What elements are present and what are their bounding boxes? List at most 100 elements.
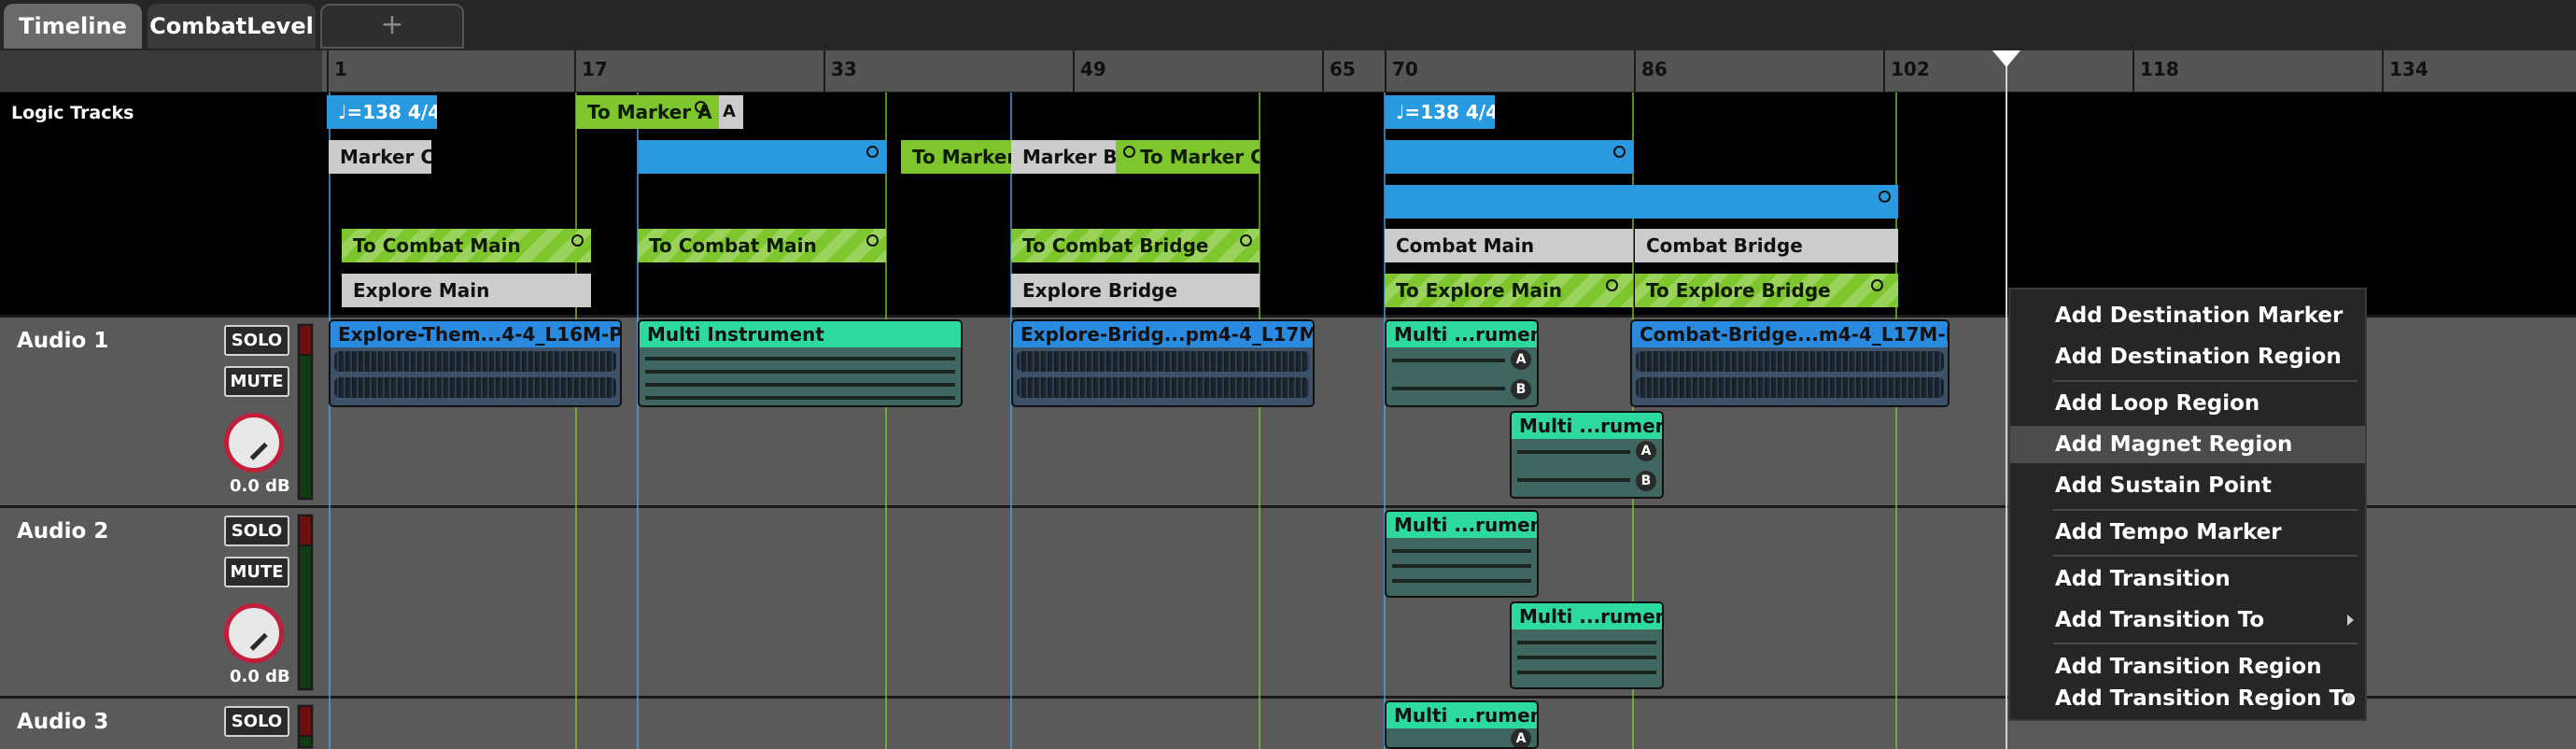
submenu-arrow-icon [2347, 693, 2354, 704]
destination-region-explore-main[interactable]: Explore Main [342, 274, 591, 307]
badge-a: A [1636, 441, 1656, 461]
mute-button[interactable]: MUTE [224, 366, 289, 397]
multi-instrument-region[interactable]: Multi ...rument [1385, 510, 1539, 598]
volume-knob[interactable] [224, 413, 284, 473]
badge-a: A [1511, 349, 1531, 370]
ruler-tick-label: 33 [831, 58, 857, 80]
tab-combatlevel[interactable]: CombatLevel [148, 4, 316, 49]
tempo-marker[interactable]: ♩=138 4/4 [327, 95, 437, 129]
playhead-handle[interactable] [1992, 50, 2020, 67]
region-title: Multi ...rument [1512, 413, 1662, 439]
guide-line [885, 92, 887, 749]
volume-knob[interactable] [224, 603, 284, 663]
destination-marker-b[interactable]: Marker B [1011, 140, 1116, 174]
transition-region-to-combat-main[interactable]: To Combat Main [342, 229, 591, 262]
menu-item-add-transition[interactable]: Add Transition [2010, 560, 2365, 598]
region-title: Explore-Bridg...pm4-4_L17M-P0 [1013, 321, 1313, 347]
loop-region[interactable] [1385, 140, 1633, 174]
solo-button[interactable]: SOLO [224, 516, 289, 546]
menu-item-add-destination-region[interactable]: Add Destination Region [2010, 338, 2365, 375]
ruler-tick-label: 102 [1891, 58, 1930, 80]
audio-region-explore-bridge[interactable]: Explore-Bridg...pm4-4_L17M-P0 [1011, 319, 1315, 407]
waveform [645, 357, 955, 360]
destination-region-explore-bridge[interactable]: Explore Bridge [1011, 274, 1260, 307]
menu-item-add-sustain-point[interactable]: Add Sustain Point [2010, 467, 2365, 504]
ruler-tick: 70 [1385, 50, 1418, 92]
ruler-tick: 65 [1322, 50, 1356, 92]
ruler-tick-label: 118 [2140, 58, 2179, 80]
mute-button[interactable]: MUTE [224, 557, 289, 587]
level-meter [297, 704, 314, 749]
loop-region[interactable] [1385, 185, 1898, 219]
menu-item-add-destination-marker[interactable]: Add Destination Marker [2010, 297, 2365, 334]
solo-button[interactable]: SOLO [224, 325, 289, 356]
ruler-tick-label: 65 [1330, 58, 1356, 80]
transition-region-to-combat-main[interactable]: To Combat Main [638, 229, 886, 262]
tempo-marker[interactable]: ♩=138 4/4 [1385, 95, 1495, 129]
track-name: Audio 1 [17, 329, 109, 353]
menu-item-add-transition-to[interactable]: Add Transition To [2010, 601, 2365, 639]
destination-region-combat-bridge[interactable]: Combat Bridge [1635, 229, 1898, 262]
waveform [645, 383, 955, 387]
menu-item-label: Add Transition Region To [2055, 686, 2357, 711]
multi-instrument-region[interactable]: Multi ...rument A B [1510, 411, 1664, 499]
audio-region-explore-theme[interactable]: Explore-Them...4-4_L16M-P1M [329, 319, 622, 407]
guide-line [329, 92, 331, 749]
multi-instrument-region[interactable]: Multi ...rument A [1385, 700, 1539, 749]
ruler-tick: 102 [1883, 50, 1930, 92]
ruler-tick: 86 [1634, 50, 1668, 92]
region-title: Combat-Bridge...m4-4_L17M-P1B [1632, 321, 1948, 347]
menu-item-add-magnet-region[interactable]: Add Magnet Region [2010, 426, 2365, 463]
guide-line [575, 92, 577, 749]
loop-region[interactable] [638, 140, 886, 174]
transition-marker-to-marker-a[interactable]: To Marker A [576, 95, 725, 129]
waveform [1636, 351, 1944, 372]
waveform [1517, 671, 1656, 674]
region-title: Multi ...rument [1387, 702, 1537, 728]
menu-item-add-tempo-marker[interactable]: Add Tempo Marker [2010, 514, 2365, 551]
destination-region-combat-main[interactable]: Combat Main [1385, 229, 1633, 262]
playhead-line[interactable] [2006, 50, 2007, 749]
menu-item-add-transition-region-to[interactable]: Add Transition Region To [2010, 680, 2365, 717]
region-title: Multi ...rument [1512, 603, 1662, 629]
tab-timeline[interactable]: Timeline [4, 4, 142, 49]
solo-button[interactable]: SOLO [224, 706, 289, 737]
waveform [1517, 641, 1656, 644]
ruler-tick: 1 [327, 50, 347, 92]
waveform [645, 396, 955, 400]
menu-separator [2053, 555, 2358, 557]
waveform [1392, 387, 1505, 390]
ruler-tick-label: 70 [1392, 58, 1418, 80]
add-tab-button[interactable]: + [320, 4, 464, 49]
waveform [334, 351, 616, 372]
waveform [1392, 579, 1531, 583]
multi-instrument-region[interactable]: Multi ...rument A B [1385, 319, 1539, 407]
menu-separator [2053, 509, 2358, 511]
region-title: Explore-Them...4-4_L16M-P1M [331, 321, 620, 347]
logic-tracks-label: Logic Tracks [11, 103, 134, 123]
transition-region-to-explore-main[interactable]: To Explore Main [1385, 274, 1633, 307]
transition-marker-to-marker-b[interactable]: To Marker B [901, 140, 1011, 174]
transition-marker-to-marker-c[interactable]: To Marker C [1116, 140, 1260, 174]
badge-b: B [1511, 379, 1531, 400]
transition-region-to-explore-bridge[interactable]: To Explore Bridge [1635, 274, 1898, 307]
badge-b: B [1636, 471, 1656, 491]
transition-region-to-combat-bridge[interactable]: To Combat Bridge [1011, 229, 1260, 262]
waveform [1517, 478, 1630, 482]
destination-marker-c[interactable]: Marker C [329, 140, 431, 174]
timeline-ruler[interactable]: 1 17 33 49 65 70 86 102 118 134 [322, 50, 2576, 92]
multi-instrument-region[interactable]: Multi Instrument [638, 319, 963, 407]
level-meter [297, 323, 314, 501]
submenu-arrow-icon [2347, 615, 2354, 626]
menu-item-add-loop-region[interactable]: Add Loop Region [2010, 385, 2365, 422]
guide-line [1010, 92, 1012, 749]
multi-instrument-region[interactable]: Multi ...rument [1510, 601, 1664, 689]
menu-item-label: Add Transition To [2055, 608, 2265, 632]
marker-a-tail[interactable]: A [719, 95, 743, 129]
waveform [1392, 549, 1531, 553]
region-title: Multi ...rument [1387, 321, 1537, 347]
volume-readout: 0.0 dB [230, 667, 290, 686]
waveform [334, 377, 616, 398]
track-name: Audio 3 [17, 710, 109, 734]
audio-region-combat-bridge[interactable]: Combat-Bridge...m4-4_L17M-P1B [1630, 319, 1950, 407]
